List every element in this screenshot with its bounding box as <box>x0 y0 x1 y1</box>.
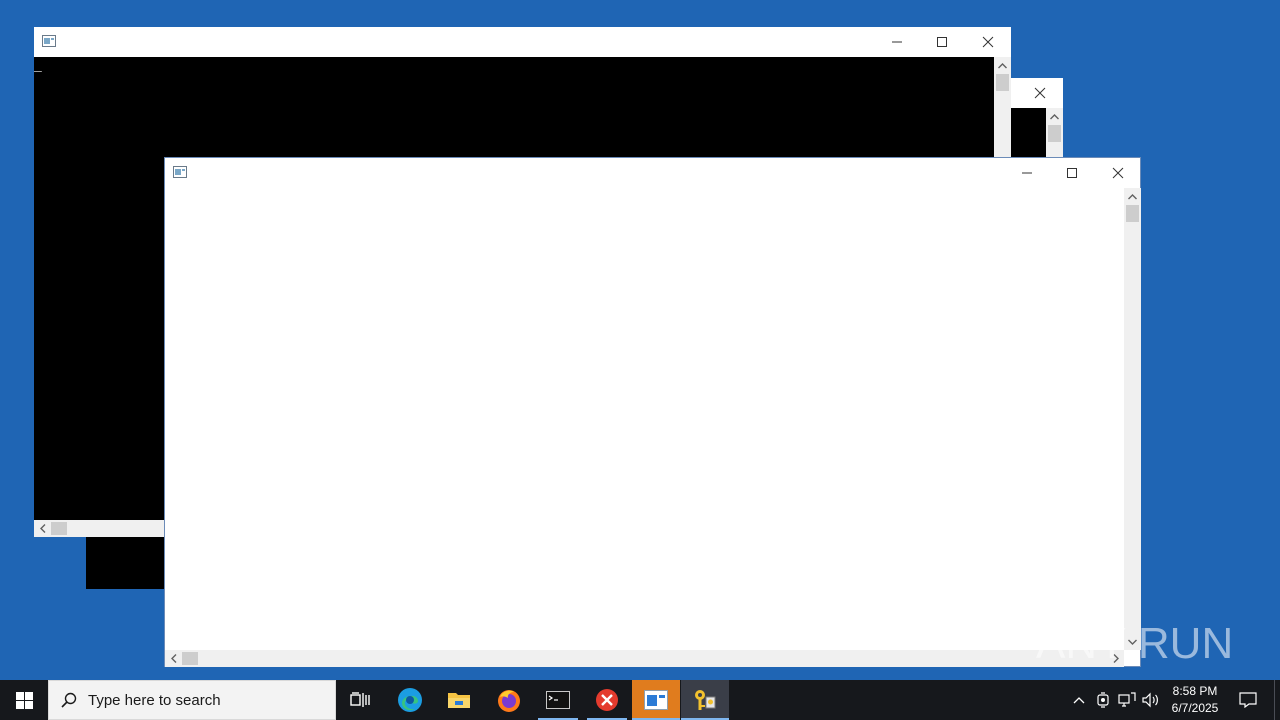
minimize-icon <box>1022 172 1032 174</box>
edge-icon <box>398 688 422 712</box>
scroll-thumb[interactable] <box>1126 205 1139 222</box>
device-icon <box>1097 692 1109 708</box>
taskbar-keys-app[interactable] <box>681 680 729 720</box>
notification-icon <box>1239 692 1257 708</box>
chevron-up-icon <box>1050 113 1059 119</box>
taskbar-app-window[interactable] <box>632 680 680 720</box>
front-window-titlebar[interactable] <box>165 158 1140 188</box>
taskbar-error-app[interactable] <box>584 680 630 720</box>
scroll-up-arrow[interactable] <box>1046 108 1063 125</box>
search-icon <box>61 692 77 708</box>
network-icon <box>1118 692 1136 707</box>
scroll-thumb[interactable] <box>1048 125 1061 142</box>
windows-logo-icon <box>15 691 33 709</box>
front-window-content[interactable] <box>165 188 1124 650</box>
scroll-up-arrow[interactable] <box>994 57 1011 74</box>
notification-center-button[interactable] <box>1226 680 1270 720</box>
chevron-up-icon <box>1073 697 1085 704</box>
taskbar-clock[interactable]: 8:58 PM 6/7/2025 <box>1165 683 1225 717</box>
start-button[interactable] <box>0 680 48 720</box>
front-close-button[interactable] <box>1095 158 1141 188</box>
keys-app-icon <box>695 690 716 710</box>
front-maximize-button[interactable] <box>1049 158 1095 188</box>
anyrun-logo-icon: ANY RUN <box>1036 619 1233 668</box>
scroll-left-arrow[interactable] <box>34 520 51 537</box>
close-icon <box>1034 87 1046 99</box>
close-icon <box>982 36 994 48</box>
chevron-up-icon <box>998 62 1007 68</box>
console-cursor: _ <box>34 59 42 74</box>
scroll-up-arrow[interactable] <box>1124 188 1141 205</box>
clock-time: 8:58 PM <box>1172 684 1218 698</box>
clock-date: 6/7/2025 <box>1171 701 1219 715</box>
chevron-left-icon <box>39 524 45 533</box>
front-window[interactable] <box>164 157 1141 667</box>
taskbar-search-box[interactable]: Type here to search <box>48 680 336 720</box>
front-minimize-button[interactable] <box>1004 158 1050 188</box>
volume-icon <box>1142 692 1158 708</box>
front-horizontal-scrollbar[interactable] <box>165 650 1124 667</box>
main-console-titlebar[interactable] <box>34 27 1011 57</box>
maximize-icon <box>937 37 947 47</box>
firefox-icon <box>498 690 520 712</box>
main-close-button[interactable] <box>965 27 1011 57</box>
anyrun-watermark: ANY RUN <box>1036 606 1236 670</box>
taskbar-edge[interactable] <box>386 680 434 720</box>
console-app-icon <box>42 35 56 47</box>
scroll-left-arrow[interactable] <box>165 650 182 667</box>
main-maximize-button[interactable] <box>919 27 965 57</box>
taskbar-terminal[interactable] <box>535 680 581 720</box>
chevron-left-icon <box>170 654 176 663</box>
tray-device-button[interactable] <box>1092 680 1114 720</box>
front-vertical-scrollbar[interactable] <box>1124 188 1141 650</box>
svg-text:ANY RUN: ANY RUN <box>1036 619 1233 668</box>
window-app-icon <box>173 166 187 178</box>
app-window-icon <box>644 690 668 710</box>
main-minimize-button[interactable] <box>874 27 920 57</box>
chevron-up-icon <box>1128 193 1137 199</box>
taskbar-file-explorer[interactable] <box>435 680 483 720</box>
scroll-thumb[interactable] <box>182 652 198 665</box>
taskbar: Type here to search 8:58 PM 6/7/2025 <box>0 680 1280 720</box>
minimize-icon <box>892 41 902 43</box>
scroll-thumb[interactable] <box>996 74 1009 91</box>
tray-volume-button[interactable] <box>1140 680 1162 720</box>
scroll-thumb[interactable] <box>51 522 67 535</box>
task-view-icon <box>350 692 370 707</box>
search-placeholder: Type here to search <box>88 692 221 709</box>
tray-overflow-button[interactable] <box>1068 680 1090 720</box>
maximize-icon <box>1067 168 1077 178</box>
file-explorer-icon <box>448 693 470 708</box>
tray-network-button[interactable] <box>1115 680 1139 720</box>
back-close-button[interactable] <box>1017 78 1063 108</box>
error-app-icon <box>596 689 618 711</box>
terminal-icon <box>546 691 570 709</box>
taskbar-firefox[interactable] <box>485 680 533 720</box>
task-view-button[interactable] <box>336 680 384 720</box>
close-icon <box>1112 167 1124 179</box>
show-desktop-button[interactable] <box>1274 680 1280 720</box>
